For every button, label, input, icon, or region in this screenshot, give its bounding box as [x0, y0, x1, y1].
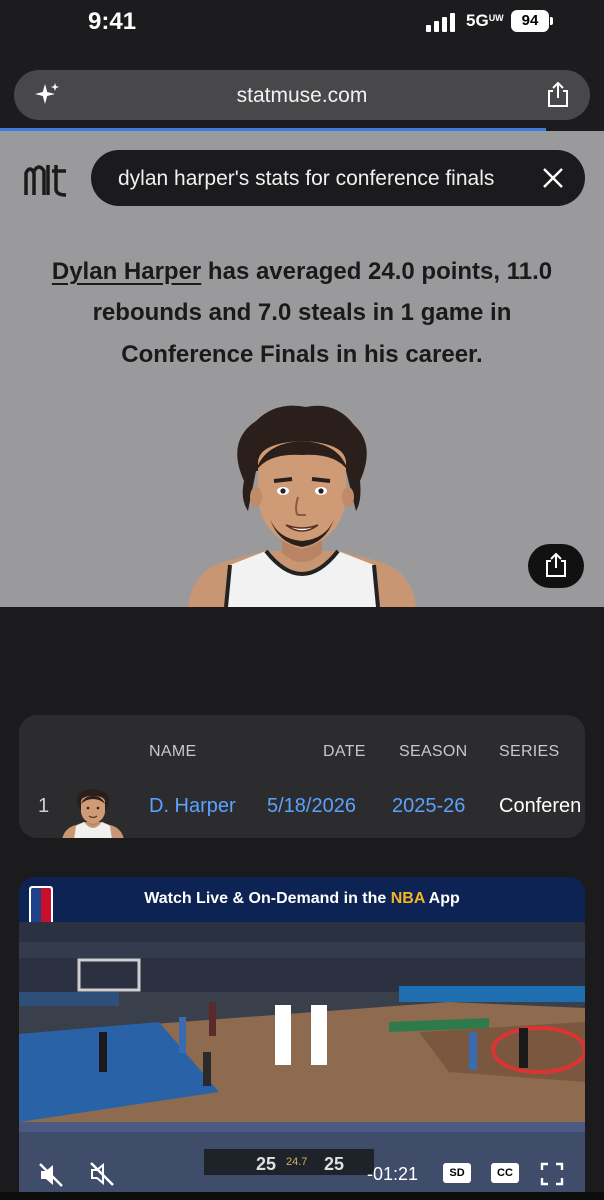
url-text[interactable]: statmuse.com	[14, 84, 590, 108]
time-remaining: -01:21	[367, 1164, 419, 1184]
close-icon[interactable]	[541, 166, 565, 190]
row-series: Conferen	[499, 795, 582, 817]
address-bar[interactable]: statmuse.com	[14, 70, 590, 120]
captions-button[interactable]: CC	[491, 1163, 519, 1183]
battery-tip	[550, 17, 553, 25]
column-header-season[interactable]: SEASON	[399, 743, 468, 761]
network-label: 5GUW	[466, 11, 504, 30]
player-link[interactable]: Dylan Harper	[52, 258, 201, 285]
score-left: 25	[256, 1154, 277, 1174]
share-answer-button[interactable]	[528, 544, 584, 588]
column-header-date[interactable]: DATE	[323, 743, 366, 761]
signal-icon	[426, 12, 458, 32]
fullscreen-icon[interactable]	[539, 1161, 565, 1187]
answer-text: Dylan Harper has averaged 24.0 points, 1…	[40, 251, 564, 375]
no-speaker-icon[interactable]	[37, 1161, 65, 1189]
mute-icon[interactable]	[89, 1161, 115, 1187]
player-portrait	[188, 405, 416, 607]
row-rank: 1	[38, 795, 50, 817]
column-header-name[interactable]: NAME	[149, 743, 196, 761]
share-icon	[546, 552, 566, 577]
row-date[interactable]: 5/18/2026	[267, 795, 356, 818]
video-header: Watch Live & On-Demand in the NBA App	[19, 877, 585, 922]
share-icon[interactable]	[544, 81, 572, 109]
row-season[interactable]: 2025-26	[392, 795, 465, 818]
video-player[interactable]: Watch Live & On-Demand in the NBA App 25…	[19, 877, 585, 1200]
video-header-text: Watch Live & On-Demand in the NBA App	[144, 890, 460, 907]
status-bar: 9:41 5GUW 94	[0, 0, 604, 44]
column-header-series[interactable]: SERIES	[499, 743, 560, 761]
search-query[interactable]: dylan harper's stats for conference fina…	[118, 167, 494, 191]
player-avatar	[62, 789, 124, 838]
statmuse-logo-icon[interactable]	[22, 161, 70, 197]
shot-clock: 24.7	[286, 1156, 308, 1168]
browser-toolbar: statmuse.com	[0, 44, 604, 130]
pause-icon[interactable]	[275, 1005, 327, 1065]
status-time: 9:41	[88, 8, 137, 35]
answer-hero: dylan harper's stats for conference fina…	[0, 131, 604, 607]
row-player-name[interactable]: D. Harper	[149, 795, 236, 818]
bottom-toolbar-edge	[0, 1192, 604, 1200]
scoreboard: 25 24.7 25	[204, 1149, 374, 1175]
battery-indicator: 94	[511, 10, 549, 32]
quality-button[interactable]: SD	[443, 1163, 471, 1183]
search-query-bar[interactable]: dylan harper's stats for conference fina…	[91, 150, 585, 206]
score-right: 25	[324, 1154, 345, 1174]
stats-table: NAME DATE SEASON SERIES 1 D. Harper 5/18…	[19, 715, 585, 838]
